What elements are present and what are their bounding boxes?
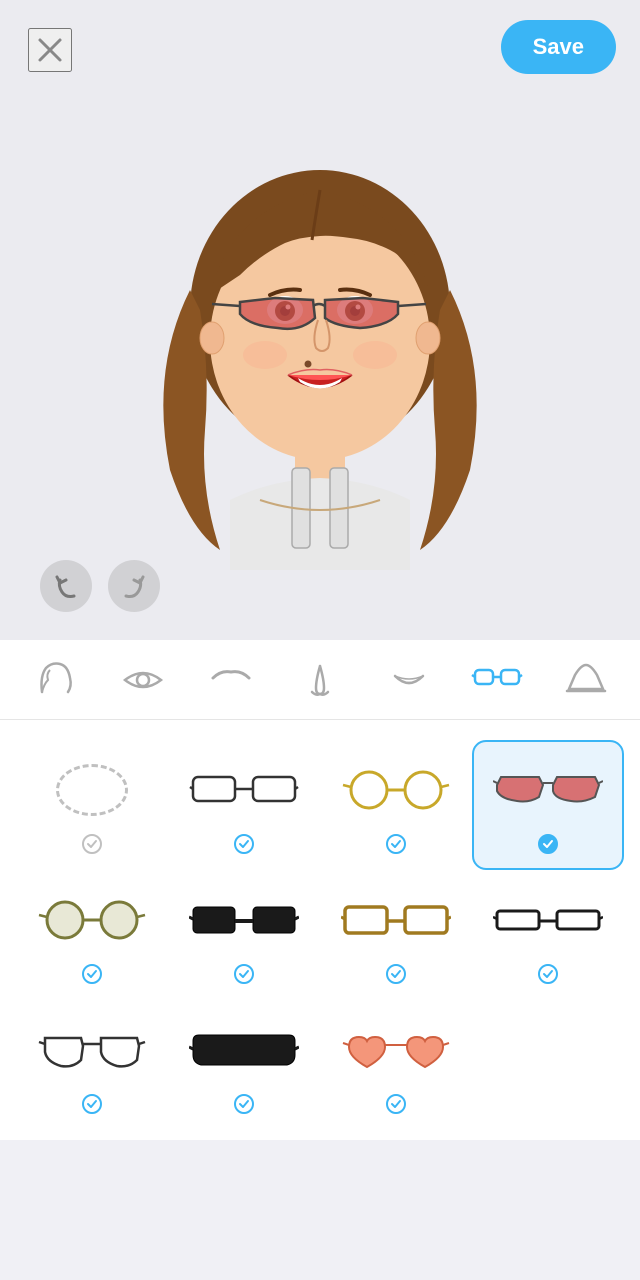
heart-peach-glasses-icon [341,1018,451,1082]
undo-button[interactable] [40,560,92,612]
tab-nose[interactable] [284,650,356,710]
black-thin-check-icon [534,960,562,988]
glasses-option-black-shield[interactable] [168,1000,320,1130]
red-cat-check-icon [534,830,562,858]
glasses-option-olive-round[interactable] [16,870,168,1000]
glasses-option-red-cat[interactable] [472,740,624,870]
tab-eyes[interactable] [107,650,179,710]
glasses-options-grid [0,720,640,1140]
undo-redo-controls [40,560,160,612]
tab-eyebrows[interactable] [195,650,267,710]
glasses-option-none[interactable] [16,740,168,870]
glasses-option-pilot-white[interactable] [16,1000,168,1130]
close-button[interactable] [28,28,72,72]
black-shield-check-icon [230,1090,258,1118]
avatar-display [110,90,530,590]
glasses-option-white-thin[interactable] [168,740,320,870]
glasses-option-black-thin[interactable] [472,870,624,1000]
black-thin-glasses-icon [493,888,603,952]
pilot-white-glasses-icon [37,1018,147,1082]
olive-round-check-icon [78,960,106,988]
tab-hair[interactable] [18,650,90,710]
none-check-icon [78,830,106,858]
tab-hat[interactable] [550,650,622,710]
pilot-white-check-icon [78,1090,106,1118]
tab-glasses[interactable] [461,650,533,710]
redo-button[interactable] [108,560,160,612]
black-wayfarer-check-icon [230,960,258,988]
glasses-option-gold-wayfarer[interactable] [320,870,472,1000]
red-cat-glasses-icon [493,758,603,822]
tab-mouth[interactable] [373,650,445,710]
category-tabs [0,640,640,720]
black-shield-glasses-icon [189,1018,299,1082]
white-thin-glasses-icon [189,758,299,822]
white-thin-check-icon [230,830,258,858]
glasses-option-black-wayfarer[interactable] [168,870,320,1000]
none-glasses-icon [56,758,128,822]
gold-wayfarer-check-icon [382,960,410,988]
gold-wayfarer-glasses-icon [341,888,451,952]
gold-round-glasses-icon [341,758,451,822]
glasses-option-gold-round[interactable] [320,740,472,870]
gold-round-check-icon [382,830,410,858]
olive-round-glasses-icon [37,888,147,952]
black-wayfarer-glasses-icon [189,888,299,952]
glasses-option-heart-peach[interactable] [320,1000,472,1130]
avatar-preview-area: Save [0,0,640,640]
heart-peach-check-icon [382,1090,410,1118]
save-button[interactable]: Save [501,20,616,74]
